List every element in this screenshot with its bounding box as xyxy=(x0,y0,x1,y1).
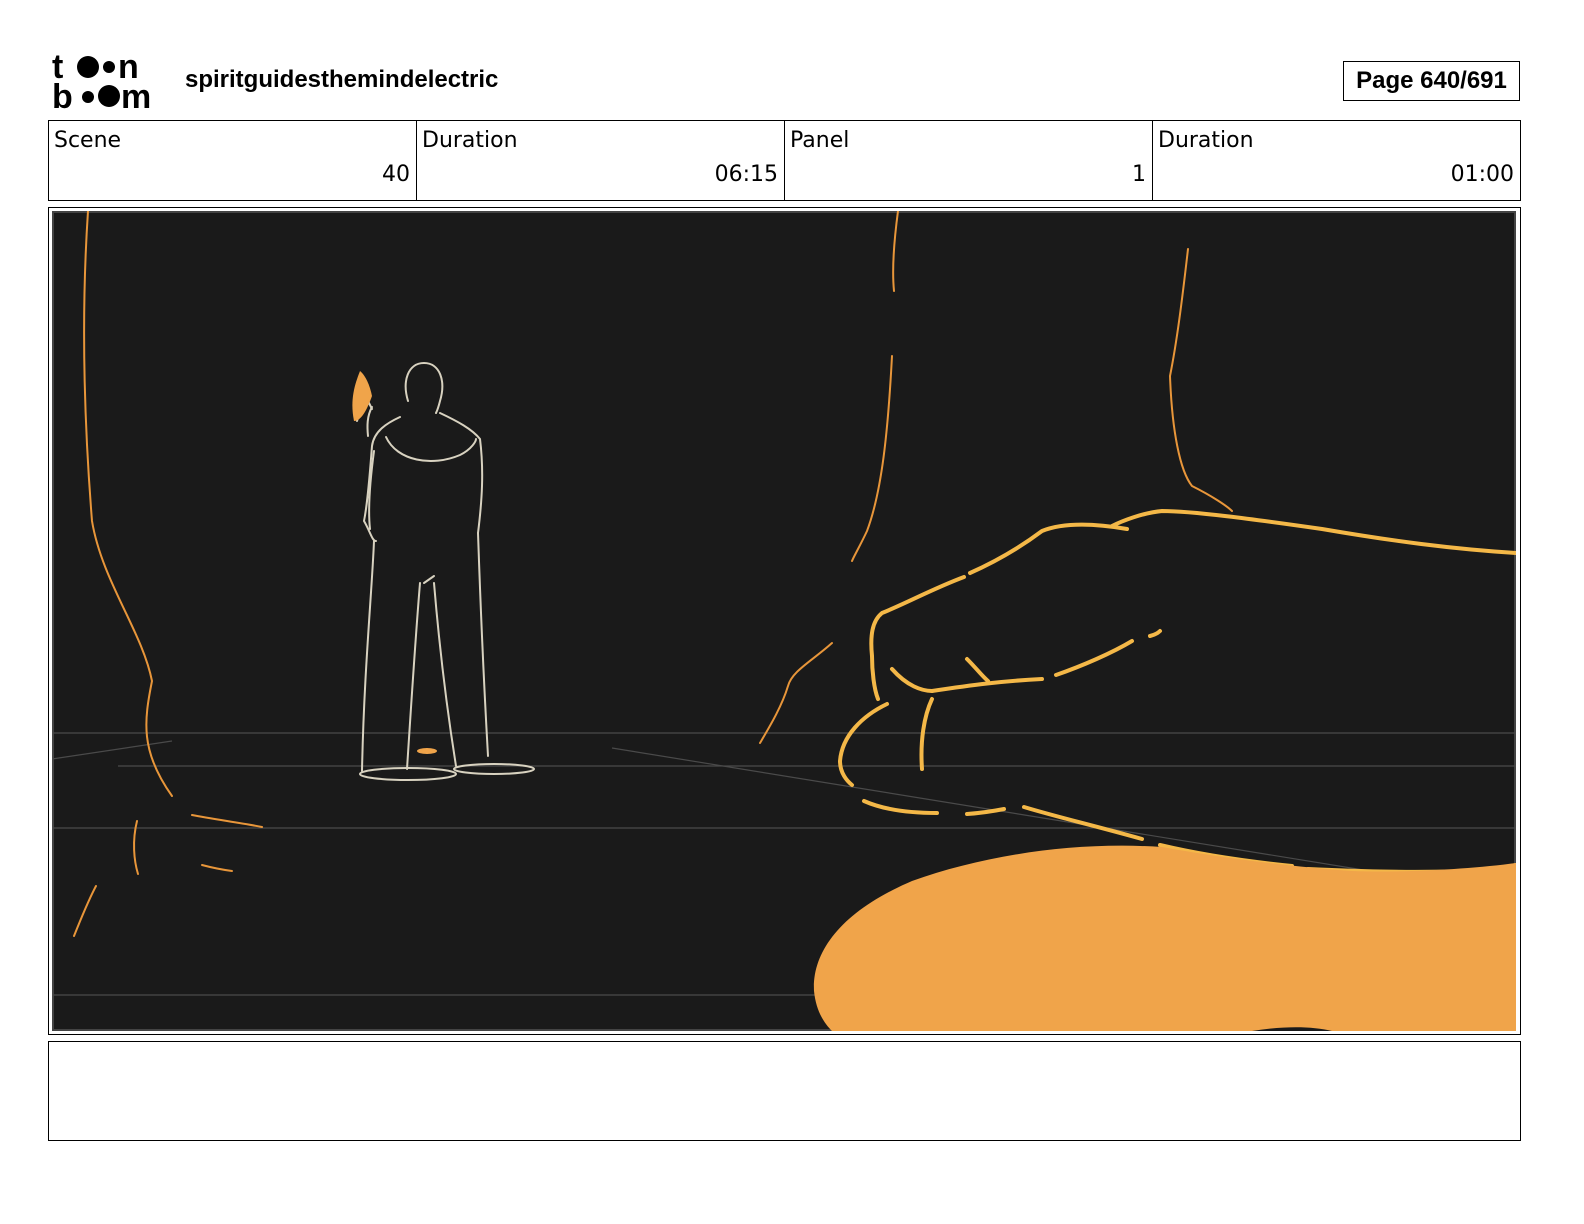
scene-duration-cell: Duration 06:15 xyxy=(417,121,785,200)
storyboard-panel-image xyxy=(52,211,1516,1031)
scene-duration-label: Duration xyxy=(422,128,518,153)
panel-label: Panel xyxy=(790,128,850,153)
panel-duration-label: Duration xyxy=(1158,128,1254,153)
scene-duration-value: 06:15 xyxy=(714,162,778,187)
scene-value: 40 xyxy=(382,162,410,187)
project-title: spiritguidesthemindelectric xyxy=(185,66,499,93)
storyboard-panel-frame xyxy=(48,207,1521,1035)
page-indicator: Page 640/691 xyxy=(1343,61,1520,101)
toon-boom-logo: t n b m xyxy=(52,48,164,116)
panel-duration-cell: Duration 01:00 xyxy=(1153,121,1520,200)
scene-label: Scene xyxy=(54,128,122,153)
panel-value: 1 xyxy=(1132,162,1146,187)
svg-text:b: b xyxy=(52,78,73,112)
svg-text:m: m xyxy=(121,78,151,112)
panel-notes-box xyxy=(48,1041,1521,1141)
scene-cell: Scene 40 xyxy=(49,121,417,200)
panel-duration-value: 01:00 xyxy=(1450,162,1514,187)
panel-cell: Panel 1 xyxy=(785,121,1153,200)
scene-info-table: Scene 40 Duration 06:15 Panel 1 Duration… xyxy=(48,120,1521,201)
